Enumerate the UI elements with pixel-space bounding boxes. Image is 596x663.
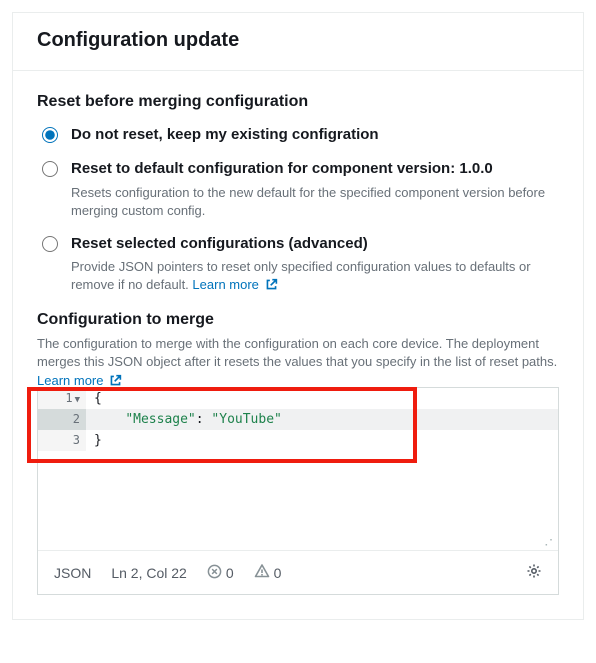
fold-toggle-icon[interactable]: ▼: [75, 390, 80, 411]
code-line-3[interactable]: 3}: [38, 430, 558, 451]
gutter-1: 1▼: [38, 388, 86, 409]
page-title: Configuration update: [37, 29, 559, 52]
config-update-panel: Configuration update Reset before mergin…: [12, 12, 584, 620]
gutter-3: 3: [38, 430, 86, 451]
learn-more-link-merge[interactable]: Learn more: [37, 373, 122, 388]
radio-label-selected: Reset selected configurations (advanced): [71, 234, 559, 254]
radio-content-selected: Reset selected configurations (advanced)…: [71, 234, 559, 297]
resize-handle-icon[interactable]: ⋰: [38, 536, 558, 550]
external-link-icon: [265, 278, 278, 296]
error-icon: [207, 564, 222, 582]
status-lang[interactable]: JSON: [54, 565, 91, 581]
radio-desc-selected-text: Provide JSON pointers to reset only spec…: [71, 259, 531, 292]
learn-more-text-merge: Learn more: [37, 373, 103, 388]
json-editor[interactable]: 1▼{2 "Message": "YouTube"3} ⋰ JSON Ln 2,…: [37, 387, 559, 595]
gutter-2: 2: [38, 409, 86, 430]
status-warnings-count: 0: [274, 565, 282, 581]
radio-content-default: Reset to default configuration for compo…: [71, 159, 559, 220]
radio-option-default[interactable]: Reset to default configuration for compo…: [37, 159, 559, 220]
status-errors-count: 0: [226, 565, 234, 581]
learn-more-text-reset: Learn more: [192, 277, 258, 292]
status-warnings[interactable]: 0: [254, 563, 282, 582]
code-text-1[interactable]: {: [86, 388, 102, 409]
radio-input-selected[interactable]: [42, 236, 58, 252]
radio-label-default: Reset to default configuration for compo…: [71, 159, 559, 179]
radio-option-selected[interactable]: Reset selected configurations (advanced)…: [37, 234, 559, 297]
code-line-2[interactable]: 2 "Message": "YouTube": [38, 409, 558, 430]
learn-more-link-reset[interactable]: Learn more: [192, 277, 277, 292]
editor-settings-button[interactable]: [526, 563, 542, 582]
merge-section-desc: The configuration to merge with the conf…: [37, 335, 559, 394]
code-text-3[interactable]: }: [86, 430, 102, 451]
merge-section-title: Configuration to merge: [37, 311, 559, 329]
panel-body: Reset before merging configuration Do no…: [13, 71, 583, 619]
radio-label-keep: Do not reset, keep my existing configrat…: [71, 125, 559, 145]
status-cursor-pos: Ln 2, Col 22: [111, 565, 187, 581]
radio-input-default[interactable]: [42, 161, 58, 177]
gear-icon: [526, 563, 542, 582]
radio-input-keep[interactable]: [42, 127, 58, 143]
code-line-1[interactable]: 1▼{: [38, 388, 558, 409]
reset-section-title: Reset before merging configuration: [37, 93, 559, 111]
code-area[interactable]: 1▼{2 "Message": "YouTube"3}: [38, 388, 558, 536]
merge-desc-text: The configuration to merge with the conf…: [37, 336, 557, 370]
editor-wrap: 1▼{2 "Message": "YouTube"3} ⋰ JSON Ln 2,…: [37, 387, 559, 595]
status-errors[interactable]: 0: [207, 564, 234, 582]
panel-header: Configuration update: [13, 13, 583, 71]
radio-desc-selected: Provide JSON pointers to reset only spec…: [71, 258, 559, 296]
editor-status-bar: JSON Ln 2, Col 22 0 0: [38, 550, 558, 594]
warning-icon: [254, 563, 270, 582]
reset-radio-group: Do not reset, keep my existing configrat…: [37, 125, 559, 297]
radio-option-keep[interactable]: Do not reset, keep my existing configrat…: [37, 125, 559, 145]
radio-desc-default: Resets configuration to the new default …: [71, 184, 559, 220]
radio-content-keep: Do not reset, keep my existing configrat…: [71, 125, 559, 145]
code-text-2[interactable]: "Message": "YouTube": [86, 409, 282, 430]
